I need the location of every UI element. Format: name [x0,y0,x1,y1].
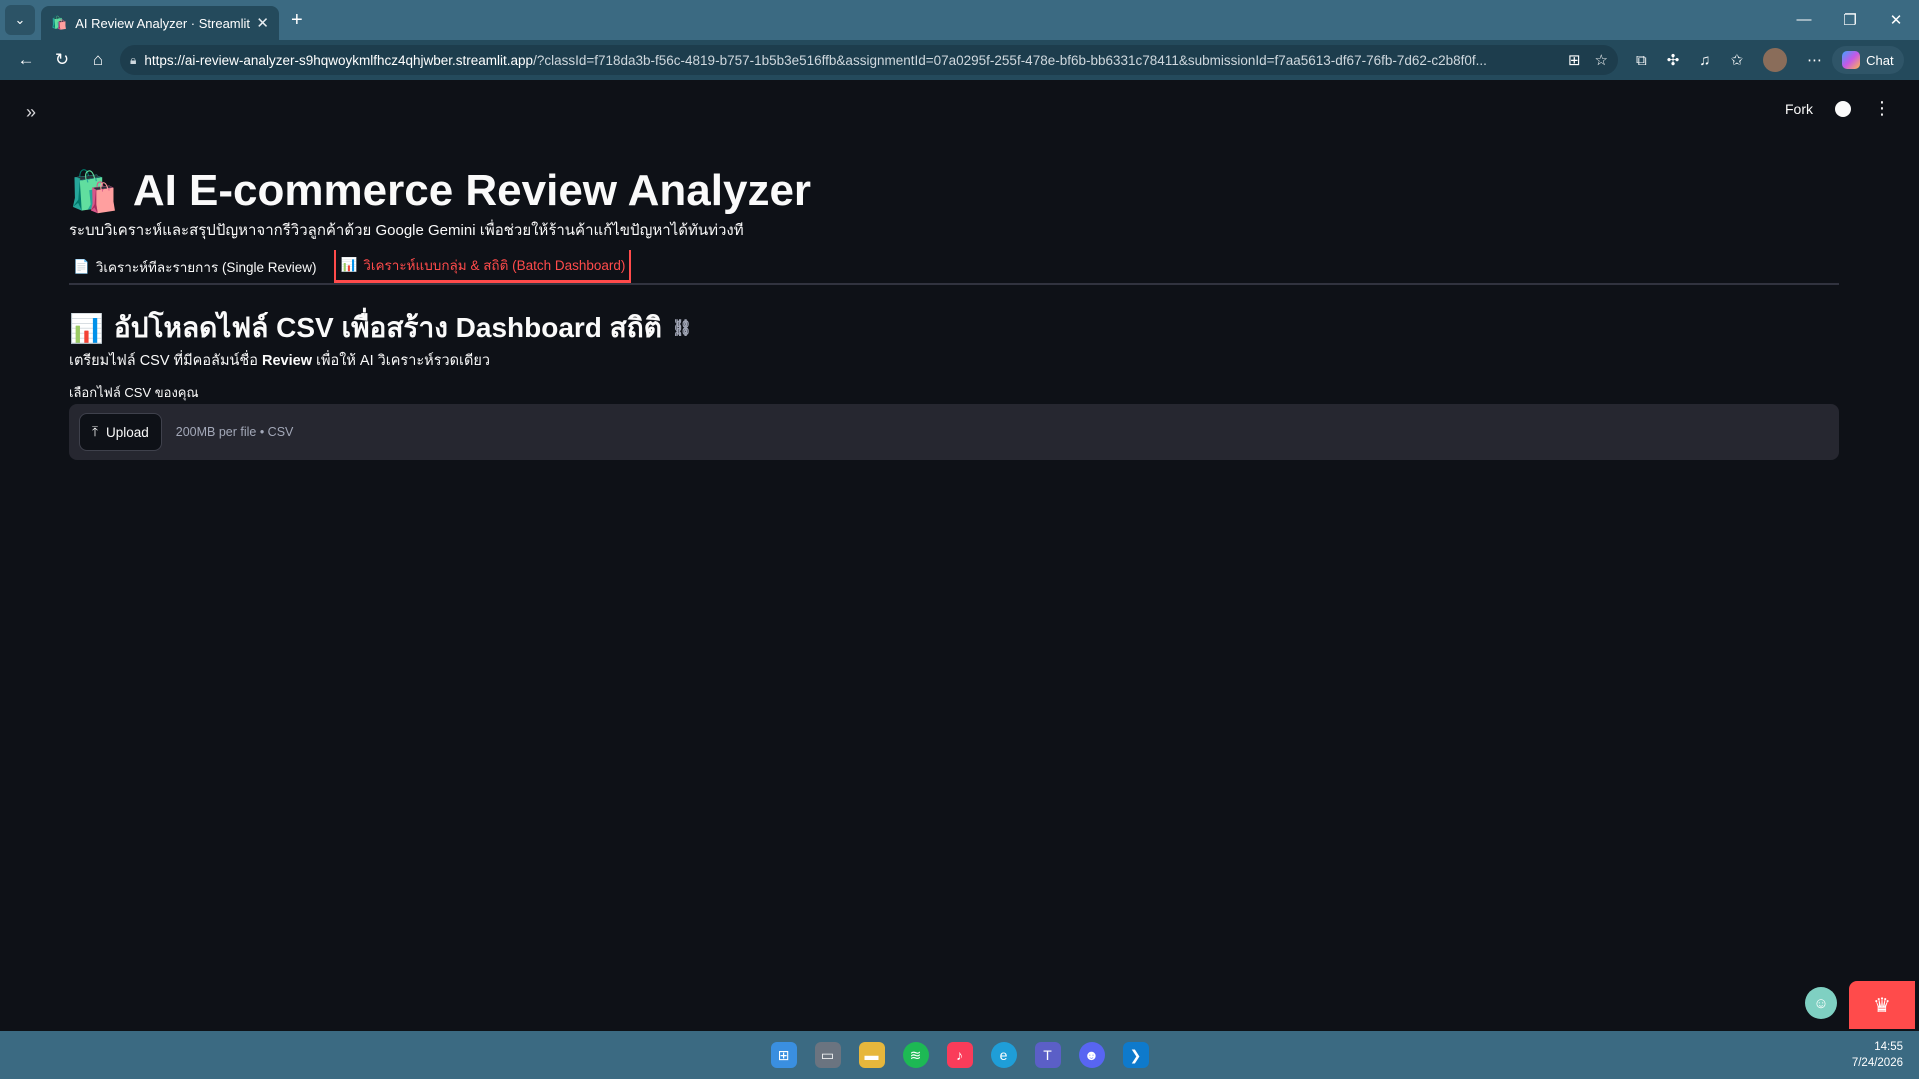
tab-bar: 📄 วิเคราะห์ทีละรายการ (Single Review) 📊 … [69,250,1839,285]
profile-avatar[interactable] [1763,48,1788,72]
media-icon[interactable]: ♫ [1699,52,1710,69]
home-icon[interactable]: ⌂ [80,50,116,70]
new-tab-icon[interactable]: + [291,9,303,32]
extensions-puzzle-icon[interactable]: ✣ [1667,51,1680,69]
desc-bold: Review [262,353,312,369]
chat-label: Chat [1866,52,1894,68]
shopping-bags-icon: 🛍️ [69,169,119,214]
discord-icon[interactable]: ☻ [1078,1042,1105,1068]
document-icon: 📄 [73,258,90,274]
tab-label: วิเคราะห์ทีละรายการ (Single Review) [95,259,317,275]
browser-toolbar: ← ↻ ⌂ 🔒︎ https://ai-review-analyzer-s9hq… [0,40,1919,80]
section-heading-text: อัปโหลดไฟล์ CSV เพื่อสร้าง Dashboard สถิ… [113,312,662,343]
user-avatar-badge[interactable]: ☺ [1805,987,1837,1019]
github-icon[interactable] [1835,100,1851,117]
favorites-icon[interactable]: ✩ [1731,51,1744,69]
windows-start-icon[interactable]: ⊞ [770,1042,797,1068]
browser-tab-active[interactable]: 🛍️ AI Review Analyzer · Streamlit ✕ [41,6,279,40]
clock-date: 7/24/2026 [1851,1057,1903,1069]
streamlit-crown-button[interactable]: ♛ [1849,981,1915,1029]
desc-text: เตรียมไฟล์ CSV ที่มีคอลัมน์ชื่อ [69,353,262,369]
apple-music-icon[interactable]: ♪ [946,1042,973,1068]
site-info-icon[interactable]: 🔒︎ [130,53,136,68]
tab-title: AI Review Analyzer · Streamlit [75,15,251,31]
upload-icon: ⤒ [92,424,98,439]
page-title-text: AI E-commerce Review Analyzer [132,166,812,215]
bar-chart-icon: 📊 [340,257,358,272]
extension-icon[interactable]: ⧉ [1636,52,1647,69]
favicon-icon: 🛍️ [51,15,68,30]
bar-chart-icon: 📊 [69,312,104,344]
address-bar[interactable]: 🔒︎ https://ai-review-analyzer-s9hqwoykml… [120,45,1618,75]
fork-button[interactable]: Fork [1785,101,1813,117]
anchor-link-icon[interactable]: ⛓ [672,318,692,338]
desc-text-end: เพื่อให้ AI วิเคราะห์รวดเดียว [311,353,491,369]
upload-button[interactable]: ⤒ Upload [79,413,162,451]
os-taskbar: ⊞ ▭ ▬ ≋ ♪ e T ☻ ❯ 14:55 7/24/2026 [0,1031,1919,1079]
task-view-icon[interactable]: ▭ [814,1042,841,1068]
tab-batch-dashboard[interactable]: 📊 วิเคราะห์แบบกลุ่ม & สถิติ (Batch Dashb… [334,250,632,283]
file-uploader-label: เลือกไฟล์ CSV ของคุณ [69,385,199,400]
expand-sidebar-icon[interactable]: » [26,102,36,123]
system-clock[interactable]: 14:55 7/24/2026 [1852,1039,1903,1071]
tab-list-button[interactable]: ⌄ [5,5,35,35]
streamlit-app: » Fork ⋮ 🛍️ AI E-commerce Review Analyze… [4,80,1915,1029]
section-description: เตรียมไฟล์ CSV ที่มีคอลัมน์ชื่อ Review เ… [69,349,490,372]
tab-label: วิเคราะห์แบบกลุ่ม & สถิติ (Batch Dashboa… [363,258,626,273]
back-icon[interactable]: ← [8,50,44,70]
close-window-icon[interactable]: ✕ [1873,11,1919,29]
close-tab-icon[interactable]: ✕ [256,14,269,32]
file-explorer-icon[interactable]: ▬ [858,1042,885,1068]
vscode-icon[interactable]: ❯ [1122,1042,1149,1068]
copilot-icon [1842,51,1861,69]
tab-single-review[interactable]: 📄 วิเคราะห์ทีละรายการ (Single Review) [69,250,320,283]
page-title: 🛍️ AI E-commerce Review Analyzer [69,166,811,216]
browser-tabbar: ⌄ 🛍️ AI Review Analyzer · Streamlit ✕ + … [0,0,1919,40]
url-host: https://ai-review-analyzer-s9hqwoykmlfhc… [144,52,534,68]
upload-hint: 200MB per file • CSV [175,425,294,439]
main-menu-icon[interactable]: ⋮ [1873,98,1891,119]
teams-icon[interactable]: T [1034,1042,1061,1068]
edge-browser-icon[interactable]: e [990,1042,1017,1068]
spotify-icon[interactable]: ≋ [902,1042,929,1068]
page-subtitle: ระบบวิเคราะห์และสรุปปัญหาจากรีวิวลูกค้าด… [69,222,744,239]
favorite-star-icon[interactable]: ☆ [1595,51,1608,69]
app-toolbar: Fork ⋮ [1785,98,1891,119]
url-query: /?classId=f718da3b-f56c-4819-b757-1b5b3e… [533,52,1487,68]
window-controls: — ❐ ✕ [1781,11,1919,29]
reader-mode-icon[interactable]: ⊞ [1568,51,1581,69]
file-dropzone[interactable]: ⤒ Upload 200MB per file • CSV [69,404,1839,460]
copilot-chat-button[interactable]: Chat [1832,46,1904,74]
clock-time: 14:55 [1874,1041,1903,1053]
upload-button-label: Upload [105,424,149,440]
section-heading: 📊 อัปโหลดไฟล์ CSV เพื่อสร้าง Dashboard ส… [69,306,692,350]
reload-icon[interactable]: ↻ [44,50,80,70]
more-menu-icon[interactable]: ⋯ [1807,51,1822,69]
minimize-icon[interactable]: — [1781,11,1827,29]
restore-icon[interactable]: ❐ [1827,11,1873,29]
